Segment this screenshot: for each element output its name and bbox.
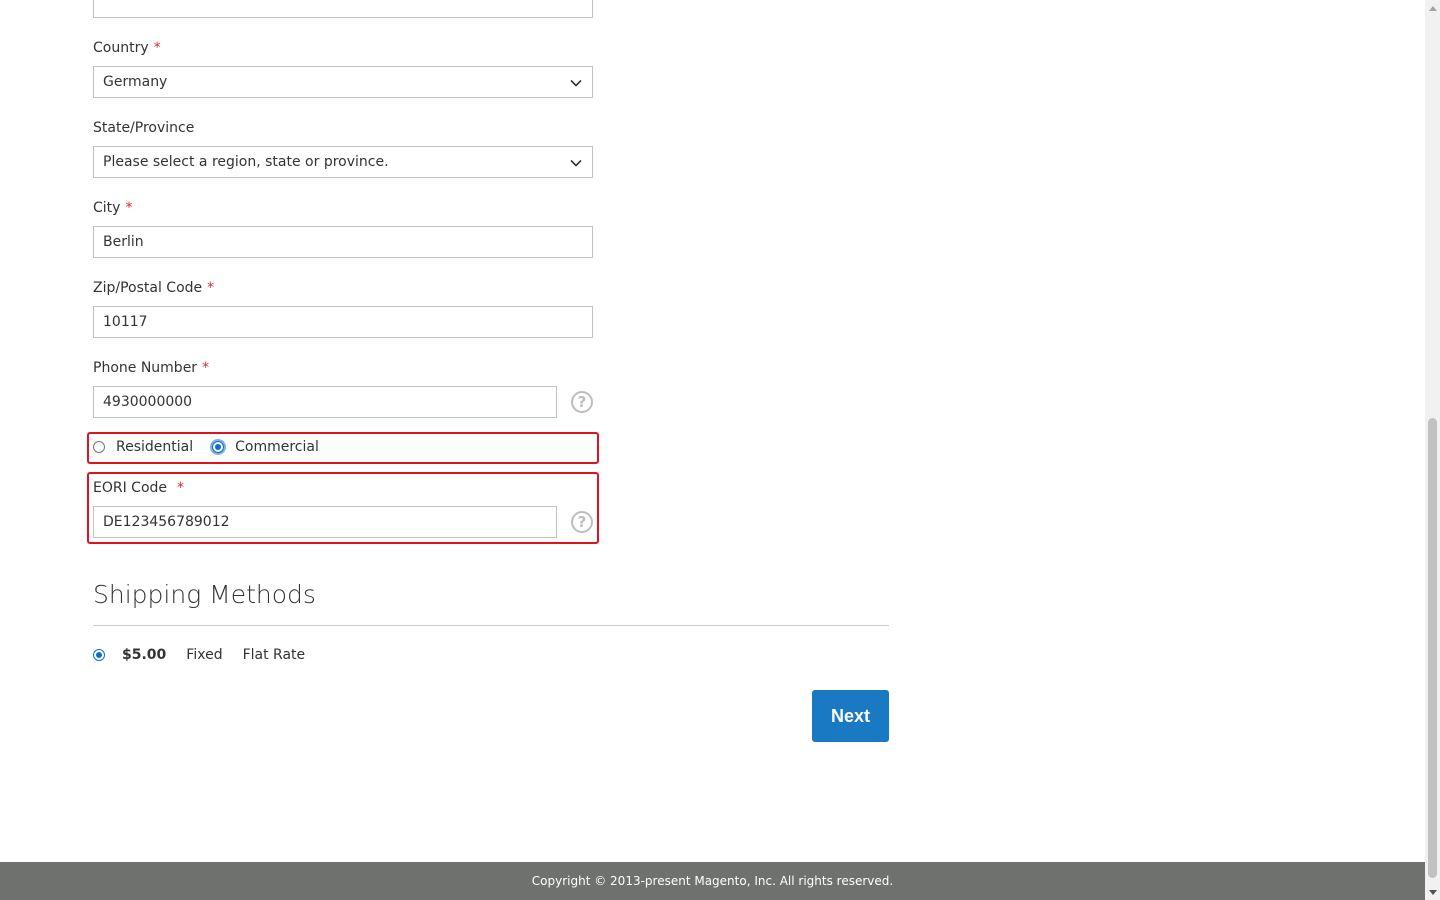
shipping-method-name: Fixed [186, 647, 223, 663]
phone-label-text: Phone Number [93, 360, 198, 376]
city-value: Berlin [103, 234, 144, 250]
copyright-text: Copyright © 2013-present Magento, Inc. A… [531, 874, 894, 888]
shipping-price: $5.00 [122, 647, 167, 663]
scrollbar-thumb[interactable] [1428, 418, 1437, 878]
phone-value: 4930000000 [103, 394, 193, 410]
section-divider [93, 625, 889, 626]
country-value: Germany [103, 74, 168, 90]
phone-input[interactable]: 4930000000 [93, 386, 557, 418]
commercial-label[interactable]: Commercial [235, 439, 319, 455]
address-type-group: Residential Commercial [93, 439, 319, 455]
zip-label-text: Zip/Postal Code [93, 280, 203, 296]
phone-label: Phone Number * [93, 359, 209, 377]
question-circle-icon[interactable]: ? [571, 391, 593, 413]
required-mark: * [202, 360, 210, 376]
zip-input[interactable]: 10117 [93, 306, 593, 338]
checkout-page: Country * Germany State/Province Please s… [0, 0, 1425, 900]
scroll-down-icon[interactable] [1425, 885, 1440, 900]
shipping-carrier-name: Flat Rate [242, 647, 306, 663]
eori-label-text: EORI Code [93, 480, 168, 496]
country-select[interactable]: Germany [93, 66, 593, 98]
street-address-input[interactable] [93, 0, 593, 18]
chevron-down-icon [570, 159, 582, 167]
city-label: City * [93, 199, 132, 217]
next-button[interactable]: Next [812, 690, 889, 742]
shipping-methods-title: Shipping Methods [93, 580, 316, 609]
state-select[interactable]: Please select a region, state or provinc… [93, 146, 593, 178]
chevron-down-icon [570, 79, 582, 87]
required-mark: * [177, 480, 185, 496]
city-label-text: City [93, 200, 121, 216]
required-mark: * [153, 40, 161, 56]
country-label: Country * [93, 39, 161, 57]
zip-value: 10117 [103, 314, 148, 330]
city-input[interactable]: Berlin [93, 226, 593, 258]
zip-label: Zip/Postal Code * [93, 279, 214, 297]
required-mark: * [207, 280, 215, 296]
eori-label: EORI Code * [93, 479, 184, 497]
question-circle-icon[interactable]: ? [571, 511, 593, 533]
scroll-up-icon[interactable] [1425, 0, 1440, 15]
required-mark: * [125, 200, 133, 216]
state-label-text: State/Province [93, 120, 195, 136]
shipping-method-row[interactable]: $5.00 Fixed Flat Rate [93, 647, 305, 663]
commercial-radio[interactable] [212, 441, 225, 453]
country-label-text: Country [93, 40, 149, 56]
footer: Copyright © 2013-present Magento, Inc. A… [0, 862, 1425, 900]
shipping-method-radio[interactable] [93, 649, 105, 661]
page-scrollbar[interactable] [1425, 0, 1440, 900]
residential-label[interactable]: Residential [116, 439, 193, 455]
residential-radio[interactable] [93, 441, 105, 453]
state-value: Please select a region, state or provinc… [103, 154, 389, 170]
eori-input[interactable]: DE123456789012 [93, 506, 557, 538]
state-label: State/Province [93, 119, 194, 137]
eori-value: DE123456789012 [103, 514, 230, 530]
